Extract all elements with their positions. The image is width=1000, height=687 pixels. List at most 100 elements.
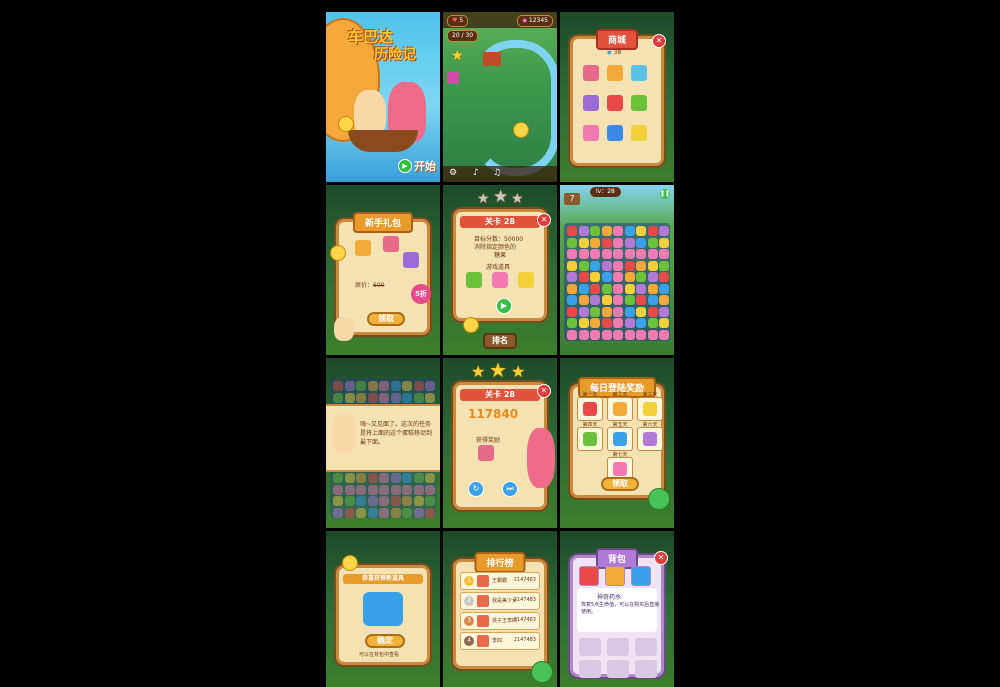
candy-tile[interactable] [578,237,589,248]
empty-bag-slot[interactable] [607,660,629,678]
candy-tile[interactable] [601,329,612,340]
candy-tile[interactable] [624,283,635,294]
candy-tile[interactable] [659,237,669,248]
empty-bag-slot[interactable] [579,638,601,656]
shop-item-3[interactable] [631,65,647,81]
candy-tile[interactable] [567,306,577,317]
candy-tile[interactable] [624,226,635,236]
candy-tile[interactable] [578,318,589,328]
sound-icon[interactable]: ♫ [493,168,501,178]
shop-item-8[interactable] [607,125,623,141]
candy-tile[interactable] [613,306,623,317]
candy-tile[interactable] [613,237,623,248]
close-icon[interactable]: ✕ [654,551,668,565]
close-icon[interactable]: ✕ [652,34,666,48]
daily-day-3[interactable]: 第三天 [637,392,663,421]
candy-tile[interactable] [636,329,646,340]
candy-tile[interactable] [659,295,669,305]
candy-tile[interactable] [647,306,658,317]
candy-tile[interactable] [647,237,658,248]
candy-tile[interactable] [601,249,612,259]
candy-tile[interactable] [601,237,612,248]
shop-item-2[interactable] [607,65,623,81]
candy-tile[interactable] [613,260,623,271]
candy-tile[interactable] [590,237,600,248]
candy-tile[interactable] [624,249,635,259]
candy-tile[interactable] [590,260,600,271]
candy-tile[interactable] [647,283,658,294]
candy-tile[interactable] [647,249,658,259]
candy-tile[interactable] [578,306,589,317]
candy-tile[interactable] [601,318,612,328]
candy-tile[interactable] [567,249,577,259]
candy-tile[interactable] [578,226,589,236]
claim-gift-button[interactable]: 领取 [367,312,405,326]
candy-tile[interactable] [659,249,669,259]
empty-bag-slot[interactable] [635,638,657,656]
shop-item-4[interactable] [583,95,599,111]
candy-tile[interactable] [636,283,646,294]
candy-tile[interactable] [636,318,646,328]
candy-tile[interactable] [659,260,669,271]
rank-button[interactable]: 排名 [483,333,517,349]
candy-tile[interactable] [567,260,577,271]
music-icon[interactable]: ♪ [473,168,479,178]
candy-tile[interactable] [590,295,600,305]
daily-day-2[interactable]: 第二天 [607,392,633,421]
candy-tile[interactable] [590,329,600,340]
daily-day-5[interactable]: 第五天 [607,422,633,451]
daily-day-4[interactable]: 第四天 [577,422,603,451]
candy-tile[interactable] [578,295,589,305]
candy-tile[interactable] [624,272,635,282]
candy-tile[interactable] [636,295,646,305]
candy-tile[interactable] [578,272,589,282]
candy-tile[interactable] [601,283,612,294]
booster-item-3[interactable] [518,272,534,288]
candy-tile[interactable] [601,306,612,317]
candy-tile[interactable] [613,283,623,294]
candy-tile[interactable] [636,226,646,236]
candy-tile[interactable] [567,295,577,305]
daily-day-6[interactable]: 第六天 [637,422,663,451]
candy-tile[interactable] [636,306,646,317]
next-level-button[interactable]: ⏭ [502,481,518,497]
candy-tile[interactable] [590,226,600,236]
candy-tile[interactable] [624,237,635,248]
candy-tile[interactable] [636,249,646,259]
close-icon[interactable]: ✕ [537,213,551,227]
match3-board[interactable] [564,223,670,341]
start-level-button[interactable]: ▶ [496,298,512,314]
candy-tile[interactable] [613,272,623,282]
candy-tile[interactable] [567,237,577,248]
gift-icon[interactable] [447,72,459,84]
candy-tile[interactable] [624,306,635,317]
candy-tile[interactable] [647,295,658,305]
candy-tile[interactable] [647,260,658,271]
candy-tile[interactable] [613,329,623,340]
candy-tile[interactable] [636,237,646,248]
candy-tile[interactable] [601,295,612,305]
candy-tile[interactable] [567,318,577,328]
claim-daily-button[interactable]: 领取 [601,477,639,491]
candy-tile[interactable] [578,249,589,259]
settings-icon[interactable]: ⚙ [449,168,457,178]
candy-tile[interactable] [659,272,669,282]
confirm-button[interactable]: 确定 [365,634,405,648]
replay-button[interactable]: ↻ [468,481,484,497]
candy-tile[interactable] [578,283,589,294]
booster-item-2[interactable] [492,272,508,288]
candy-tile[interactable] [578,329,589,340]
shop-item-6[interactable] [631,95,647,111]
candy-tile[interactable] [613,318,623,328]
candy-tile[interactable] [636,260,646,271]
candy-tile[interactable] [659,226,669,236]
candy-tile[interactable] [590,272,600,282]
candy-tile[interactable] [659,283,669,294]
start-button[interactable]: ▶ 开始 [398,158,436,174]
candy-tile[interactable] [647,272,658,282]
shop-item-1[interactable] [583,65,599,81]
candy-tile[interactable] [636,272,646,282]
candy-tile[interactable] [613,226,623,236]
candy-tile[interactable] [624,318,635,328]
pause-icon[interactable]: ❚❚ [660,189,670,199]
